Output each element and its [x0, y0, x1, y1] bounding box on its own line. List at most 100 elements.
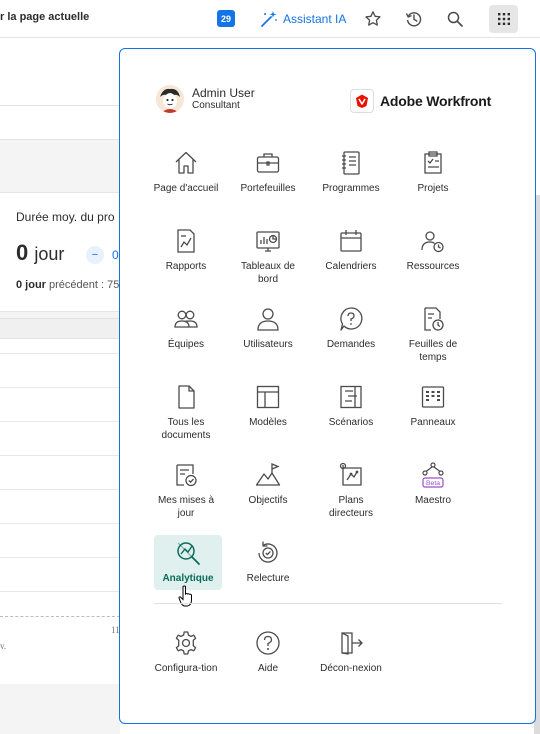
menu-item-label: Tableaux de bord — [241, 261, 295, 285]
menu-item-calendars[interactable]: Calendriers — [317, 227, 385, 273]
history-icon — [405, 12, 422, 27]
menu-item-label: Maestro — [414, 495, 452, 506]
menu-divider — [154, 603, 502, 604]
menu-item-label: Programmes — [322, 183, 380, 194]
app-grid-icon — [497, 13, 510, 25]
menu-item-label: Équipes — [167, 339, 205, 350]
proof-icon — [258, 541, 278, 563]
menu-item-scenarios[interactable]: Scénarios — [317, 383, 385, 429]
menu-item-label: Tous les documents — [161, 417, 211, 441]
background-chart-header — [0, 319, 120, 339]
axis-label-fragment: v. — [0, 641, 7, 651]
resources-icon — [421, 231, 444, 253]
search-button[interactable] — [444, 8, 466, 30]
menu-item-label: Page d'accueil — [153, 183, 219, 194]
menu-item-label: Configura-tion — [154, 663, 218, 674]
gridline — [0, 387, 120, 388]
metric-card-title: Durée moy. du pro — [16, 210, 115, 224]
menu-item-users[interactable]: Utilisateurs — [234, 305, 302, 351]
menu-item-analytics[interactable]: Analytique — [154, 535, 222, 590]
goals-icon — [255, 463, 281, 486]
brand-logo: Adobe Workfront — [350, 89, 491, 113]
page-toolbar-band — [0, 106, 120, 140]
help-icon — [256, 631, 280, 655]
gridline — [0, 455, 120, 456]
dashed-gridline — [0, 616, 120, 617]
recent-history-button[interactable] — [403, 8, 425, 30]
search-icon — [447, 11, 463, 27]
notebook-icon — [342, 151, 360, 175]
menu-item-label: Scénarios — [328, 417, 374, 428]
page-header-band — [0, 38, 120, 106]
main-menu-panel: Admin User Consultant Adobe Workfront Pa… — [119, 48, 536, 724]
assistant-button[interactable]: Assistant IA — [260, 8, 346, 30]
avatar — [156, 85, 184, 113]
notification-badge[interactable]: 29 — [217, 10, 235, 27]
boards-icon — [421, 386, 445, 408]
menu-item-requests[interactable]: Demandes — [317, 305, 385, 351]
clipboard-check-icon — [424, 151, 442, 174]
menu-item-blueprints[interactable]: Plans directeurs — [317, 461, 385, 520]
document-icon — [178, 385, 195, 409]
gear-icon — [175, 631, 197, 655]
menu-item-teams[interactable]: Équipes — [152, 305, 220, 351]
menu-item-timesheets[interactable]: Feuilles de temps — [399, 305, 467, 364]
menu-item-maestro[interactable]: Beta Maestro — [399, 461, 467, 507]
user-icon — [257, 308, 279, 331]
question-bubble-icon — [340, 307, 363, 331]
menu-item-reports[interactable]: Rapports — [152, 227, 220, 273]
menu-item-label: Ressources — [406, 261, 460, 272]
gridline — [0, 489, 120, 490]
briefcase-icon — [256, 153, 280, 173]
menu-item-projects[interactable]: Projets — [399, 149, 467, 195]
menu-item-dashboards[interactable]: Tableaux de bord — [234, 227, 302, 286]
menu-item-label: Objectifs — [248, 495, 288, 506]
menu-item-templates[interactable]: Modèles — [234, 383, 302, 429]
menu-item-label: Utilisateurs — [243, 339, 293, 350]
updates-icon — [176, 464, 197, 487]
menu-item-label: Décon-nexion — [320, 663, 382, 674]
metric-trend-number: 0 — [112, 248, 119, 262]
menu-item-proof[interactable]: Relecture — [234, 539, 302, 585]
logout-icon — [341, 632, 363, 655]
menu-item-boards[interactable]: Panneaux — [399, 383, 467, 429]
user-profile[interactable]: Admin User Consultant — [156, 85, 255, 113]
app-menu-button[interactable] — [489, 5, 518, 33]
menu-item-my-updates[interactable]: Mes mises à jour — [152, 461, 220, 520]
menu-item-resources[interactable]: Ressources — [399, 227, 467, 273]
menu-item-setup[interactable]: Configura-tion — [152, 629, 220, 675]
metric-card[interactable]: Durée moy. du pro 0 jour − 0 0 jour préc… — [0, 192, 124, 312]
favorites-button[interactable] — [362, 8, 384, 30]
gridline — [0, 557, 120, 558]
menu-item-label: Rapports — [165, 261, 207, 272]
star-icon — [365, 11, 381, 26]
assistant-label: Assistant IA — [283, 12, 347, 26]
dashboard-icon — [256, 231, 280, 252]
top-bar: r la page actuelle 29 Assistant IA — [0, 0, 540, 38]
user-info: Admin User Consultant — [192, 86, 255, 112]
menu-item-portfolios[interactable]: Portefeuilles — [234, 149, 302, 195]
report-icon — [177, 229, 195, 253]
sparkle-wand-icon — [261, 11, 277, 27]
user-name: Admin User — [192, 86, 255, 100]
beta-badge: Beta — [426, 480, 440, 487]
menu-item-label: Projets — [417, 183, 449, 194]
gridline — [0, 421, 120, 422]
menu-item-goals[interactable]: Objectifs — [234, 461, 302, 507]
menu-item-programs[interactable]: Programmes — [317, 149, 385, 195]
calendar-icon — [340, 230, 362, 252]
analytics-icon — [177, 542, 200, 565]
home-icon — [175, 151, 197, 174]
timesheet-icon — [424, 307, 444, 331]
menu-item-logout[interactable]: Décon-nexion — [317, 629, 385, 675]
menu-item-label: Calendriers — [325, 261, 377, 272]
user-role: Consultant — [192, 100, 240, 111]
menu-item-help[interactable]: Aide — [234, 629, 302, 675]
menu-item-label: Feuilles de temps — [408, 339, 458, 363]
menu-item-label: Portefeuilles — [240, 183, 296, 194]
menu-item-label: Mes mises à jour — [157, 495, 215, 519]
gridline — [0, 523, 120, 524]
page-breadcrumb: r la page actuelle — [0, 11, 90, 23]
menu-item-documents[interactable]: Tous les documents — [152, 383, 220, 442]
menu-item-home[interactable]: Page d'accueil — [152, 149, 220, 195]
